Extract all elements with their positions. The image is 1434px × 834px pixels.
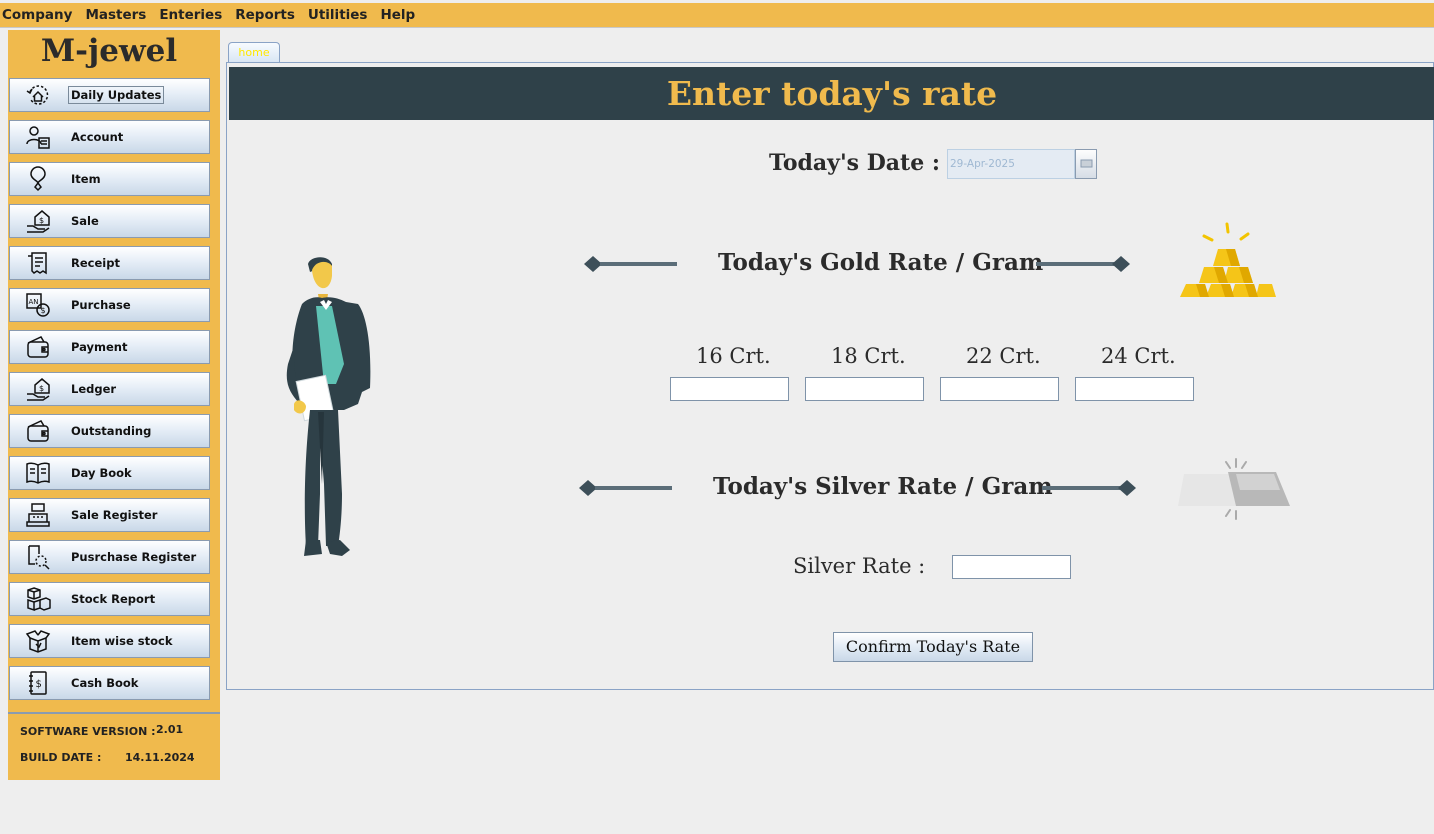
sidebar-item-stock-report[interactable]: Stock Report xyxy=(9,582,210,616)
left-arrow-decoration xyxy=(584,256,677,272)
date-label: Today's Date : xyxy=(769,150,940,176)
sidebar-item-day-book[interactable]: Day Book xyxy=(9,456,210,490)
svg-text:$: $ xyxy=(39,216,44,225)
ledger-icon: $ xyxy=(25,376,51,402)
page-title: Enter today's rate xyxy=(666,74,998,113)
boxes-icon xyxy=(25,586,51,612)
gold-rate-title: Today's Gold Rate / Gram xyxy=(718,249,1044,276)
sidebar-divider xyxy=(8,712,220,714)
menu-divider xyxy=(0,27,1434,28)
sidebar-item-item[interactable]: Item xyxy=(9,162,210,196)
svg-text:$: $ xyxy=(39,384,44,393)
sidebar-item-label: Account xyxy=(71,130,124,144)
menu-utilities[interactable]: Utilities xyxy=(308,7,368,23)
sidebar-item-label: Payment xyxy=(71,340,128,354)
sidebar: M-jewel Daily Updates Account Item $ Sal… xyxy=(8,30,220,780)
menu-reports[interactable]: Reports xyxy=(235,7,295,23)
register-icon xyxy=(25,502,51,528)
tab-home[interactable]: home xyxy=(228,42,280,62)
gold-22-input[interactable] xyxy=(940,377,1059,401)
confirm-rate-button[interactable]: Confirm Today's Rate xyxy=(833,632,1033,662)
menu-enteries[interactable]: Enteries xyxy=(159,7,222,23)
carat-22-label: 22 Crt. xyxy=(966,344,1041,368)
purchase-icon: AN $ xyxy=(25,292,51,318)
sidebar-item-label: Ledger xyxy=(71,382,117,396)
purchase-register-icon xyxy=(25,544,51,570)
wallet-icon xyxy=(25,334,51,360)
account-icon xyxy=(25,124,51,150)
sidebar-item-cash-book[interactable]: $ Cash Book xyxy=(9,666,210,700)
svg-text:$: $ xyxy=(36,679,42,690)
gold-24-input[interactable] xyxy=(1075,377,1194,401)
sidebar-item-label: Item xyxy=(71,172,101,186)
sidebar-item-daily-updates[interactable]: Daily Updates xyxy=(9,78,210,112)
menu-company[interactable]: Company xyxy=(2,7,72,23)
left-arrow-decoration xyxy=(579,480,672,496)
receipt-icon xyxy=(25,250,51,276)
sidebar-item-label: Stock Report xyxy=(71,592,156,606)
sidebar-item-label: Sale xyxy=(71,214,99,228)
right-arrow-decoration xyxy=(1036,256,1130,272)
app-logo: M-jewel xyxy=(40,33,178,69)
gold-16-input[interactable] xyxy=(670,377,789,401)
sidebar-item-label: Outstanding xyxy=(71,424,152,438)
businessman-illustration xyxy=(286,257,371,556)
sidebar-item-label: Receipt xyxy=(71,256,120,270)
right-arrow-decoration xyxy=(1042,480,1136,496)
sidebar-item-receipt[interactable]: Receipt xyxy=(9,246,210,280)
svg-text:AN: AN xyxy=(29,298,39,306)
sidebar-item-label: Purchase xyxy=(71,298,131,312)
date-field[interactable]: 29-Apr-2025 xyxy=(947,149,1075,179)
header-bar: Enter today's rate xyxy=(229,67,1434,120)
sidebar-item-purchase[interactable]: AN $ Purchase xyxy=(9,288,210,322)
build-date-label: BUILD DATE : xyxy=(20,751,102,764)
gold-18-input[interactable] xyxy=(805,377,924,401)
sidebar-item-sale-register[interactable]: Sale Register xyxy=(9,498,210,532)
sidebar-item-item-wise-stock[interactable]: Item wise stock xyxy=(9,624,210,658)
sidebar-item-account[interactable]: Account xyxy=(9,120,210,154)
carat-16-label: 16 Crt. xyxy=(696,344,771,368)
silver-bar-icon xyxy=(1178,458,1290,520)
sidebar-item-payment[interactable]: Payment xyxy=(9,330,210,364)
update-icon xyxy=(25,82,51,108)
sidebar-item-outstanding[interactable]: Outstanding xyxy=(9,414,210,448)
sidebar-item-label: Sale Register xyxy=(71,508,158,522)
open-box-icon xyxy=(25,628,51,654)
svg-text:$: $ xyxy=(41,306,46,315)
gold-bars-icon xyxy=(1180,222,1276,297)
carat-24-label: 24 Crt. xyxy=(1101,344,1176,368)
software-version-value: 2.01 xyxy=(156,723,184,736)
build-date-value: 14.11.2024 xyxy=(125,751,195,764)
silver-rate-label: Silver Rate : xyxy=(793,554,926,578)
carat-18-label: 18 Crt. xyxy=(831,344,906,368)
sidebar-item-label: Pusrchase Register xyxy=(71,550,197,564)
sidebar-item-label: Item wise stock xyxy=(71,634,173,648)
sidebar-item-label: Daily Updates xyxy=(67,86,165,104)
menu-help[interactable]: Help xyxy=(380,7,415,23)
software-version-label: SOFTWARE VERSION : xyxy=(20,725,156,738)
cash-book-icon: $ xyxy=(25,670,51,696)
silver-rate-input[interactable] xyxy=(952,555,1071,579)
menu-masters[interactable]: Masters xyxy=(85,7,146,23)
item-icon xyxy=(25,166,51,192)
sidebar-item-sale[interactable]: $ Sale xyxy=(9,204,210,238)
silver-rate-title: Today's Silver Rate / Gram xyxy=(713,473,1053,500)
sale-icon: $ xyxy=(25,208,51,234)
sidebar-item-label: Cash Book xyxy=(71,676,139,690)
calendar-icon xyxy=(1080,159,1093,168)
wallet-icon xyxy=(25,418,51,444)
sidebar-item-label: Day Book xyxy=(71,466,132,480)
menu-bar: Company Masters Enteries Reports Utiliti… xyxy=(0,3,1434,27)
calendar-button[interactable] xyxy=(1075,149,1097,179)
sidebar-item-ledger[interactable]: $ Ledger xyxy=(9,372,210,406)
book-icon xyxy=(25,460,51,486)
sidebar-item-purchase-register[interactable]: Pusrchase Register xyxy=(9,540,210,574)
